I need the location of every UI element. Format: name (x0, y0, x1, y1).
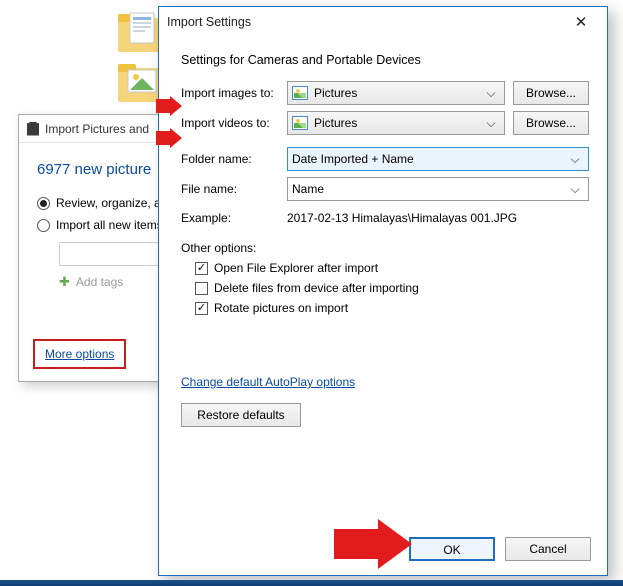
more-options-highlight: More options (33, 339, 126, 369)
checkbox-open-explorer-label: Open File Explorer after import (214, 261, 378, 275)
import-images-label: Import images to: (181, 86, 279, 100)
import-videos-combo[interactable]: Pictures ⌵ (287, 111, 505, 135)
pictures-folder-icon (292, 116, 308, 130)
tag-plus-icon: ✚ (59, 274, 70, 290)
checkbox-icon (195, 302, 208, 315)
folder-name-value: Date Imported + Name (292, 152, 414, 166)
more-options-link[interactable]: More options (45, 347, 114, 361)
example-value: 2017-02-13 Himalayas\Himalayas 001.JPG (287, 211, 589, 225)
pictures-folder-icon (292, 86, 308, 100)
ok-button[interactable]: OK (409, 537, 495, 561)
cancel-button[interactable]: Cancel (505, 537, 591, 561)
example-label: Example: (181, 211, 279, 225)
browse-images-button[interactable]: Browse... (513, 81, 589, 105)
import-images-combo[interactable]: Pictures ⌵ (287, 81, 505, 105)
tag-input[interactable] (59, 242, 169, 266)
chevron-down-icon: ⌵ (482, 86, 500, 101)
radio-importall-label: Import all new items (56, 218, 163, 232)
checkbox-open-explorer[interactable]: Open File Explorer after import (195, 261, 589, 275)
import-pictures-title: Import Pictures and (45, 122, 149, 136)
import-settings-dialog: Import Settings ✕ Settings for Cameras a… (158, 6, 608, 576)
chevron-down-icon: ⌵ (566, 182, 584, 197)
settings-section-title: Settings for Cameras and Portable Device… (181, 53, 589, 67)
radio-icon (37, 219, 50, 232)
taskbar (0, 580, 623, 586)
import-settings-titlebar: Import Settings ✕ (159, 7, 607, 37)
checkbox-rotate[interactable]: Rotate pictures on import (195, 301, 589, 315)
chevron-down-icon: ⌵ (566, 152, 584, 167)
file-name-label: File name: (181, 182, 279, 196)
browse-videos-button[interactable]: Browse... (513, 111, 589, 135)
change-autoplay-link[interactable]: Change default AutoPlay options (181, 375, 355, 389)
radio-review-label: Review, organize, an (56, 196, 167, 210)
checkbox-icon (195, 282, 208, 295)
import-settings-title: Import Settings (167, 15, 251, 29)
checkbox-delete-files[interactable]: Delete files from device after importing (195, 281, 589, 295)
file-name-combo[interactable]: Name ⌵ (287, 177, 589, 201)
radio-icon (37, 197, 50, 210)
folder-name-combo[interactable]: Date Imported + Name ⌵ (287, 147, 589, 171)
close-button[interactable]: ✕ (563, 11, 599, 33)
chevron-down-icon: ⌵ (482, 116, 500, 131)
import-videos-value: Pictures (314, 116, 357, 130)
import-images-value: Pictures (314, 86, 357, 100)
camera-icon (27, 122, 39, 136)
restore-defaults-button[interactable]: Restore defaults (181, 403, 301, 427)
checkbox-delete-files-label: Delete files from device after importing (214, 281, 419, 295)
folder-name-label: Folder name: (181, 152, 279, 166)
other-options-label: Other options: (181, 241, 589, 255)
add-tags-label: Add tags (76, 275, 123, 289)
import-videos-label: Import videos to: (181, 116, 279, 130)
checkbox-rotate-label: Rotate pictures on import (214, 301, 348, 315)
file-name-value: Name (292, 182, 324, 196)
checkbox-icon (195, 262, 208, 275)
